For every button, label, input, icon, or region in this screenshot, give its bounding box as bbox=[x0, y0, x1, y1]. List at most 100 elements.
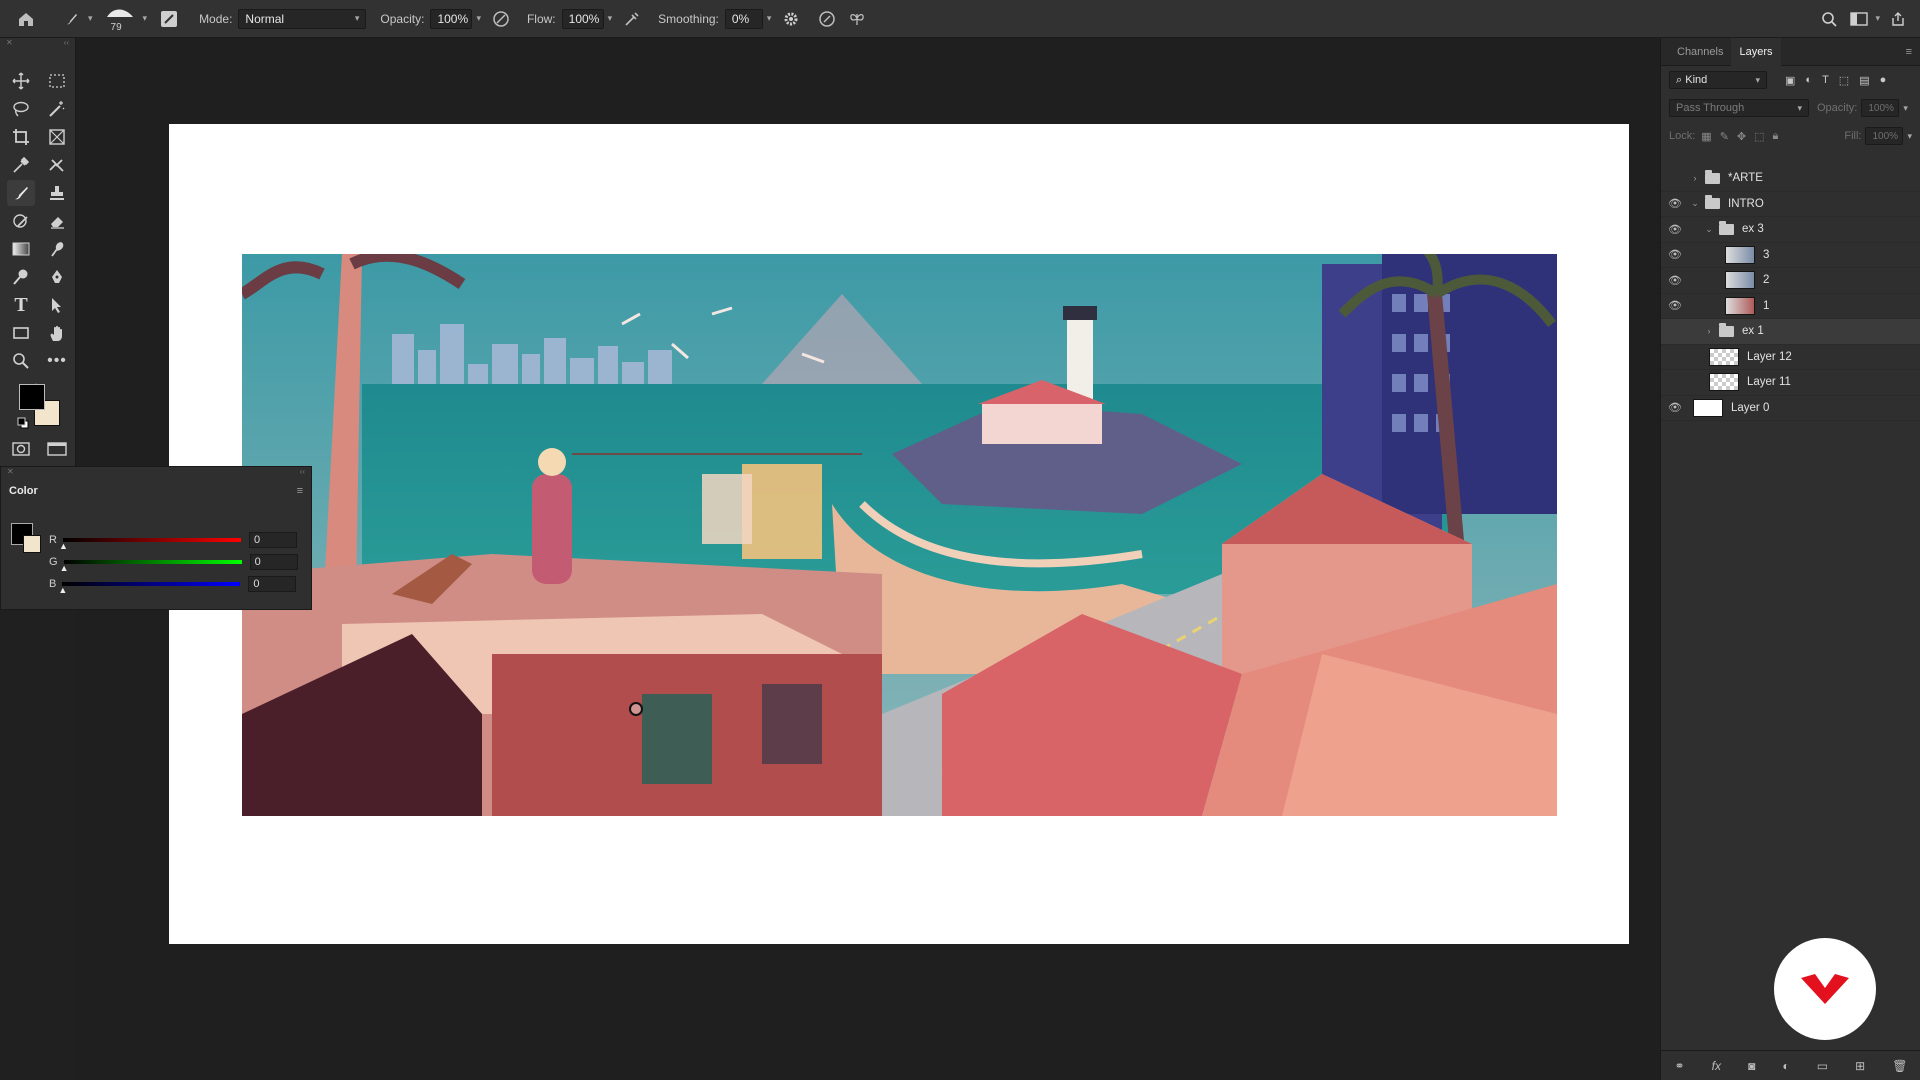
chevron-right-icon[interactable]: › bbox=[1689, 173, 1701, 183]
new-group-icon[interactable]: ▭ bbox=[1817, 1059, 1828, 1073]
layer-row[interactable]: 👁︎ ⌄ INTRO bbox=[1661, 192, 1920, 217]
flow-input[interactable]: 100% bbox=[561, 8, 604, 29]
zoom-tool-icon[interactable] bbox=[7, 348, 35, 374]
collapse-icon[interactable]: ‹‹ bbox=[64, 38, 69, 48]
pressure-opacity-icon[interactable] bbox=[489, 7, 513, 31]
healing-brush-tool-icon[interactable] bbox=[43, 152, 71, 178]
link-layers-icon[interactable]: ⚭ bbox=[1675, 1059, 1685, 1073]
red-slider-thumb-icon[interactable]: ▲ bbox=[59, 541, 68, 551]
eye-icon[interactable]: 👁︎ bbox=[1667, 299, 1683, 312]
layer-row[interactable]: 👁︎ 2 bbox=[1661, 268, 1920, 294]
tools-panel-grip[interactable]: ✕ ‹‹ bbox=[0, 38, 75, 48]
magic-wand-tool-icon[interactable] bbox=[43, 96, 71, 122]
canvas-area[interactable] bbox=[76, 38, 1660, 1080]
brush-tool-icon[interactable] bbox=[7, 180, 35, 206]
chevron-down-icon[interactable]: ⌄ bbox=[1703, 224, 1715, 235]
eye-icon[interactable]: 👁︎ bbox=[1667, 274, 1683, 287]
lasso-tool-icon[interactable] bbox=[7, 96, 35, 122]
layer-row[interactable]: 👁︎ 1 bbox=[1661, 294, 1920, 319]
close-icon[interactable]: ✕ bbox=[6, 38, 13, 48]
adjustment-layer-icon[interactable]: ◐ bbox=[1782, 1059, 1789, 1073]
lock-artboard-icon[interactable]: ⬚ bbox=[1754, 130, 1764, 143]
flow-chevron-down-icon[interactable]: ▾ bbox=[608, 13, 613, 24]
red-slider[interactable]: ▲ bbox=[59, 538, 241, 551]
brush-settings-panel-icon[interactable] bbox=[157, 7, 181, 31]
eyedropper-tool-icon[interactable] bbox=[7, 152, 35, 178]
screen-mode-icon[interactable] bbox=[43, 436, 71, 462]
tool-preset-chevron-down-icon[interactable]: ▾ bbox=[88, 13, 93, 24]
filter-toggle-icon[interactable]: ● bbox=[1880, 74, 1887, 87]
gradient-tool-icon[interactable] bbox=[7, 236, 35, 262]
green-slider[interactable]: ▲ bbox=[60, 560, 242, 573]
background-color-swatch[interactable] bbox=[23, 535, 41, 553]
filter-shape-icon[interactable]: ⬚ bbox=[1839, 74, 1849, 87]
green-value-input[interactable]: 0 bbox=[249, 554, 298, 570]
lock-all-icon[interactable]: 🔒︎ bbox=[1773, 130, 1779, 143]
filter-kind-select[interactable]: ⌕ Kind ▾ bbox=[1669, 71, 1767, 89]
new-layer-icon[interactable]: ⊞ bbox=[1855, 1059, 1865, 1073]
pressure-size-icon[interactable] bbox=[815, 7, 839, 31]
chevron-right-icon[interactable]: › bbox=[1703, 326, 1715, 336]
layer-opacity-input[interactable]: 100% bbox=[1861, 99, 1900, 117]
rectangle-tool-icon[interactable] bbox=[7, 320, 35, 346]
brush-tool-icon[interactable] bbox=[60, 7, 84, 31]
collapse-icon[interactable]: ‹‹ bbox=[300, 467, 305, 479]
trash-icon[interactable]: 🗑︎ bbox=[1892, 1059, 1907, 1073]
document-canvas[interactable] bbox=[169, 124, 1629, 944]
opacity-chevron-down-icon[interactable]: ▾ bbox=[1903, 103, 1908, 114]
blue-value-input[interactable]: 0 bbox=[248, 576, 297, 592]
fx-icon[interactable]: fx bbox=[1712, 1059, 1721, 1073]
blue-slider[interactable]: ▲ bbox=[58, 582, 241, 595]
eye-icon[interactable]: 👁︎ bbox=[1667, 401, 1683, 414]
layer-row[interactable]: › ex 1 bbox=[1661, 319, 1920, 345]
gear-icon[interactable] bbox=[779, 7, 803, 31]
smoothing-chevron-down-icon[interactable]: ▾ bbox=[767, 13, 772, 24]
frame-tool-icon[interactable] bbox=[43, 124, 71, 150]
red-value-input[interactable]: 0 bbox=[248, 532, 297, 548]
pen-tool-icon[interactable] bbox=[43, 264, 71, 290]
crop-tool-icon[interactable] bbox=[7, 124, 35, 150]
hand-tool-icon[interactable] bbox=[43, 320, 71, 346]
history-brush-tool-icon[interactable] bbox=[7, 208, 35, 234]
close-icon[interactable]: ✕ bbox=[7, 467, 14, 479]
lock-paint-icon[interactable]: ✎ bbox=[1720, 130, 1729, 143]
default-colors-icon[interactable] bbox=[17, 416, 29, 429]
symmetry-butterfly-icon[interactable] bbox=[845, 7, 869, 31]
layer-row[interactable]: Layer 11 bbox=[1661, 370, 1920, 396]
path-selection-tool-icon[interactable] bbox=[43, 292, 71, 318]
panel-menu-icon[interactable]: ≡ bbox=[297, 485, 303, 497]
share-icon[interactable] bbox=[1886, 7, 1910, 31]
color-panel-grip[interactable]: ✕ ‹‹ bbox=[1, 467, 311, 479]
quick-mask-icon[interactable] bbox=[7, 436, 35, 462]
clone-stamp-tool-icon[interactable] bbox=[43, 180, 71, 206]
layer-row[interactable]: 👁︎ ⌄ ex 3 bbox=[1661, 217, 1920, 243]
smudge-tool-icon[interactable] bbox=[43, 236, 71, 262]
layer-row[interactable]: Layer 12 bbox=[1661, 345, 1920, 370]
blue-slider-thumb-icon[interactable]: ▲ bbox=[58, 585, 67, 595]
brush-preset-chevron-down-icon[interactable]: ▾ bbox=[143, 13, 148, 24]
brush-preset-picker[interactable]: 79 bbox=[103, 2, 139, 36]
foreground-color-swatch[interactable] bbox=[19, 384, 45, 410]
green-slider-thumb-icon[interactable]: ▲ bbox=[60, 563, 69, 573]
add-mask-icon[interactable]: ◙ bbox=[1748, 1059, 1755, 1073]
eraser-tool-icon[interactable] bbox=[43, 208, 71, 234]
airbrush-icon[interactable] bbox=[620, 7, 644, 31]
layer-row[interactable]: 👁︎ Layer 0 bbox=[1661, 396, 1920, 421]
dodge-tool-icon[interactable] bbox=[7, 264, 35, 290]
more-tools-icon[interactable]: ••• bbox=[43, 348, 71, 374]
layer-row[interactable]: › *ARTE bbox=[1661, 166, 1920, 192]
fill-chevron-down-icon[interactable]: ▾ bbox=[1907, 131, 1912, 142]
opacity-input[interactable]: 100% bbox=[430, 8, 473, 29]
marquee-tool-icon[interactable] bbox=[43, 68, 71, 94]
chevron-down-icon[interactable]: ⌄ bbox=[1689, 198, 1701, 209]
move-tool-icon[interactable] bbox=[7, 68, 35, 94]
lock-position-icon[interactable]: ✥ bbox=[1737, 130, 1746, 143]
eye-icon[interactable]: 👁︎ bbox=[1667, 248, 1683, 261]
blend-mode-select[interactable]: Pass Through ▾ bbox=[1669, 99, 1809, 117]
smoothing-input[interactable]: 0% bbox=[724, 8, 763, 29]
filter-pixel-icon[interactable]: ▣ bbox=[1785, 74, 1795, 87]
eye-icon[interactable]: 👁︎ bbox=[1667, 223, 1683, 236]
filter-smart-object-icon[interactable]: ▤ bbox=[1859, 74, 1869, 87]
workspace-chevron-down-icon[interactable]: ▾ bbox=[1875, 13, 1880, 24]
filter-type-icon[interactable]: T bbox=[1822, 74, 1829, 87]
